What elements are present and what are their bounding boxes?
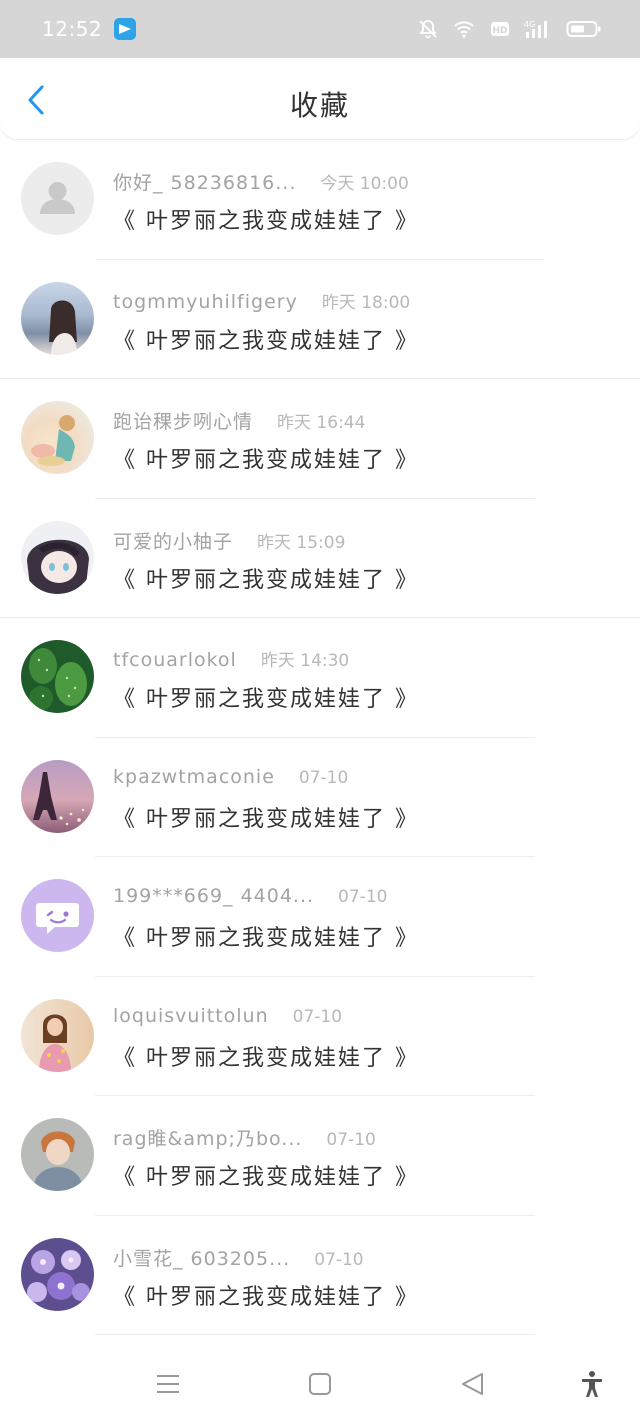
user-name[interactable]: togmmyuhilfigery: [113, 291, 298, 313]
user-name[interactable]: 你好_ 58236816...: [113, 168, 296, 195]
nav-bar: 收藏: [0, 58, 640, 140]
timestamp: 07-10: [326, 1130, 376, 1150]
home-button[interactable]: [304, 1368, 336, 1400]
avatar[interactable]: [21, 998, 94, 1072]
list-item[interactable]: loquisvuittolun 07-10 《 叶罗丽之我变成娃娃了 》: [0, 977, 640, 1096]
accessibility-icon: [582, 1371, 602, 1397]
user-name[interactable]: loquisvuittolun: [113, 1005, 269, 1027]
home-square-icon: [309, 1373, 331, 1395]
timestamp: 07-10: [292, 1006, 343, 1027]
list-item[interactable]: 199***669_ 4404... 07-10 《 叶罗丽之我变成娃娃了 》: [0, 857, 640, 977]
user-name[interactable]: tfcouarlokol: [113, 649, 237, 671]
silent-bell-icon: [416, 18, 440, 40]
item-meta: kpazwtmaconie 07-10: [113, 766, 348, 788]
girl-floral-dress-image: [39, 1014, 71, 1072]
eiffel-tower-image: [33, 771, 85, 825]
status-time: 12:52: [42, 17, 103, 41]
user-name[interactable]: 跑诒稞步咧心情: [113, 407, 253, 434]
avatar[interactable]: [21, 640, 94, 713]
default-avatar-icon: [40, 182, 75, 214]
svg-text:HD: HD: [492, 26, 507, 36]
book-title[interactable]: 《 叶罗丽之我变成娃娃了 》: [113, 442, 419, 474]
book-title[interactable]: 《 叶罗丽之我变成娃娃了 》: [113, 1159, 419, 1191]
avatar[interactable]: [21, 401, 94, 474]
item-meta: togmmyuhilfigery 昨天 18:00: [113, 288, 410, 313]
timestamp: 昨天 14:30: [260, 651, 350, 671]
book-title[interactable]: 《 叶罗丽之我变成娃娃了 》: [113, 920, 419, 952]
anime-girl-image: [27, 539, 89, 594]
network-label: 4G: [524, 20, 535, 29]
bottom-navigation: [0, 1346, 640, 1422]
user-name[interactable]: 小雪花_ 603205...: [113, 1244, 290, 1271]
timestamp: 07-10: [338, 887, 388, 907]
back-triangle-icon: [462, 1373, 483, 1395]
chat-bubble-icon: [36, 903, 79, 934]
list-item[interactable]: tfcouarlokol 昨天 14:30 《 叶罗丽之我变成娃娃了 》: [0, 618, 640, 738]
list-item[interactable]: kpazwtmaconie 07-10 《 叶罗丽之我变成娃娃了 》: [0, 738, 640, 857]
avatar[interactable]: [21, 162, 94, 235]
list-item[interactable]: 可爱的小柚子 昨天 15:09 《 叶罗丽之我变成娃娃了 》: [0, 499, 640, 618]
item-meta: 199***669_ 4404... 07-10: [113, 885, 387, 907]
divider: [95, 1334, 535, 1335]
illustration-girl-image: [31, 415, 75, 466]
avatar[interactable]: [21, 1237, 94, 1311]
app-notification-icon: [114, 18, 137, 40]
timestamp: 07-10: [314, 1249, 364, 1270]
menu-icon: [157, 1375, 179, 1393]
item-meta: 你好_ 58236816... 今天 10:00: [113, 168, 409, 195]
book-title[interactable]: 《 叶罗丽之我变成娃娃了 》: [113, 562, 419, 594]
avatar[interactable]: [21, 879, 94, 952]
favorites-list: 你好_ 58236816... 今天 10:00 《 叶罗丽之我变成娃娃了 》 …: [0, 140, 640, 1335]
user-name[interactable]: rag睢&amp;乃bo...: [113, 1124, 302, 1151]
item-meta: 可爱的小柚子 昨天 15:09: [113, 527, 345, 554]
list-item[interactable]: 你好_ 58236816... 今天 10:00 《 叶罗丽之我变成娃娃了 》: [0, 140, 640, 260]
user-name[interactable]: 199***669_ 4404...: [113, 885, 314, 907]
user-name[interactable]: kpazwtmaconie: [113, 766, 275, 788]
timestamp: 07-10: [298, 767, 349, 788]
item-meta: rag睢&amp;乃bo... 07-10: [113, 1124, 376, 1151]
cactus-image: [29, 648, 87, 710]
battery-icon: [566, 18, 602, 40]
timestamp: 昨天 15:09: [257, 532, 346, 553]
book-title[interactable]: 《 叶罗丽之我变成娃娃了 》: [113, 681, 419, 713]
purple-flowers-image: [27, 1249, 90, 1302]
girl-portrait-image: [49, 300, 77, 355]
book-title[interactable]: 《 叶罗丽之我变成娃娃了 》: [113, 203, 419, 235]
list-item[interactable]: togmmyuhilfigery 昨天 18:00 《 叶罗丽之我变成娃娃了 》: [0, 260, 640, 379]
timestamp: 昨天 16:44: [277, 413, 366, 433]
accessibility-button[interactable]: [576, 1368, 608, 1400]
item-meta: loquisvuittolun 07-10: [113, 1005, 342, 1027]
signal-icon: 4G: [524, 18, 554, 40]
timestamp: 今天 10:00: [320, 174, 409, 194]
book-title[interactable]: 《 叶罗丽之我变成娃娃了 》: [113, 801, 419, 833]
book-title[interactable]: 《 叶罗丽之我变成娃娃了 》: [113, 323, 419, 355]
book-title[interactable]: 《 叶罗丽之我变成娃娃了 》: [113, 1040, 419, 1072]
page-title: 收藏: [289, 89, 350, 122]
menu-button[interactable]: [152, 1368, 184, 1400]
avatar[interactable]: [21, 520, 94, 594]
list-item[interactable]: 跑诒稞步咧心情 昨天 16:44 《 叶罗丽之我变成娃娃了 》: [0, 379, 640, 499]
item-meta: 小雪花_ 603205... 07-10: [113, 1244, 364, 1271]
back-nav-button[interactable]: [456, 1368, 488, 1400]
book-title[interactable]: 《 叶罗丽之我变成娃娃了 》: [113, 1279, 419, 1311]
avatar[interactable]: [21, 759, 94, 833]
hd-icon: HD: [488, 18, 512, 40]
item-meta: 跑诒稞步咧心情 昨天 16:44: [113, 407, 365, 434]
user-name[interactable]: 可爱的小柚子: [113, 527, 233, 554]
avatar[interactable]: [21, 1118, 94, 1191]
item-meta: tfcouarlokol 昨天 14:30: [113, 646, 349, 671]
wifi-icon: [452, 18, 476, 40]
boy-portrait-image: [33, 1131, 83, 1191]
list-item[interactable]: 小雪花_ 603205... 07-10 《 叶罗丽之我变成娃娃了 》: [0, 1216, 640, 1335]
timestamp: 昨天 18:00: [321, 292, 411, 313]
status-bar: 12:52 HD 4G: [0, 0, 640, 58]
status-icons: HD 4G: [416, 18, 602, 40]
avatar[interactable]: [21, 281, 94, 355]
list-item[interactable]: rag睢&amp;乃bo... 07-10 《 叶罗丽之我变成娃娃了 》: [0, 1096, 640, 1216]
